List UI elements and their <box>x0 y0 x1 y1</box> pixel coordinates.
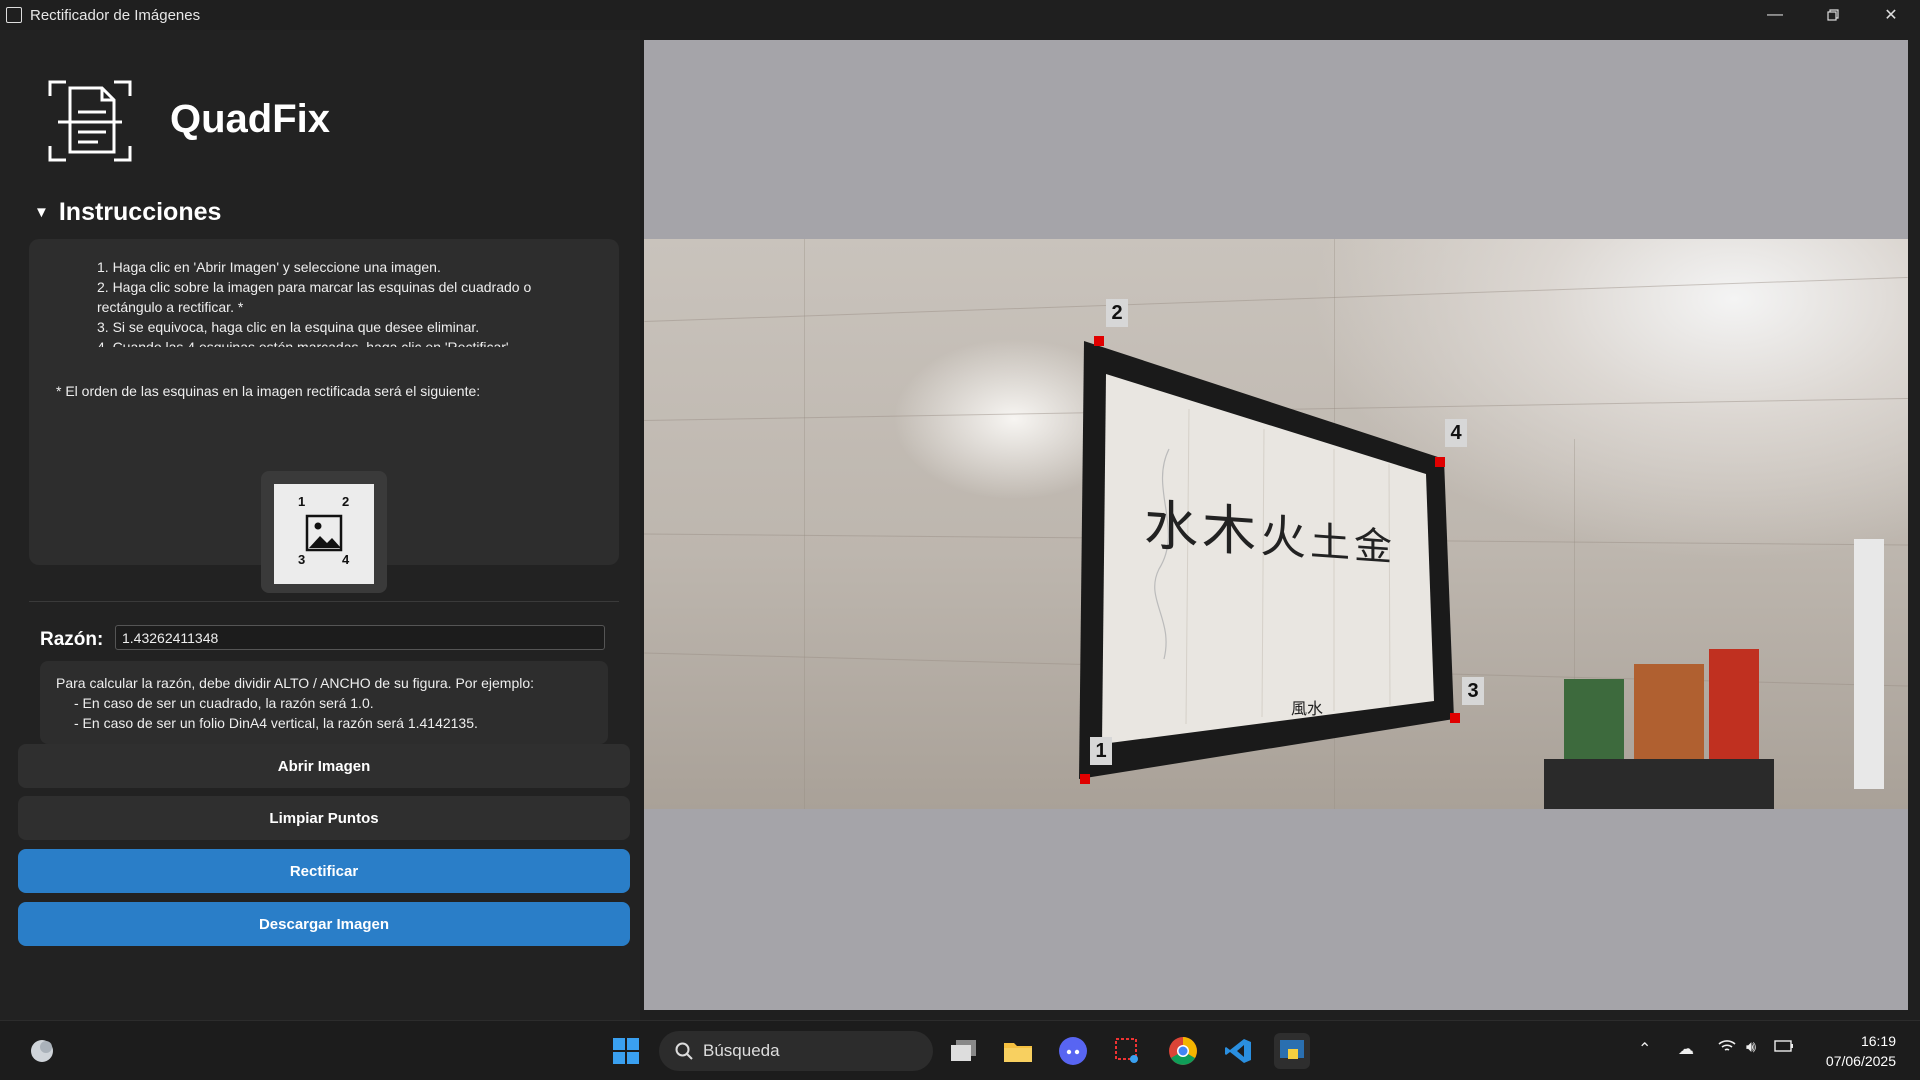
order-label-3: 3 <box>298 552 306 567</box>
snipping-tool-icon[interactable] <box>1110 1033 1146 1069</box>
window-title: Rectificador de Imágenes <box>30 6 201 24</box>
ratio-label: Razón: <box>40 629 104 650</box>
marker-label-3: 3 <box>1462 677 1484 705</box>
instruction-step: 3. Si se equivoca, haga clic en la esqui… <box>97 319 480 335</box>
task-view-icon[interactable] <box>946 1033 982 1069</box>
corner-marker-3[interactable] <box>1450 713 1460 723</box>
corner-order-diagram: 1 2 3 4 <box>261 471 387 593</box>
windows-start-icon[interactable] <box>608 1033 644 1069</box>
vscode-icon[interactable] <box>1220 1033 1256 1069</box>
app-name: QuadFix <box>170 97 331 141</box>
download-image-button[interactable]: Descargar Imagen <box>18 902 630 946</box>
shelf-box <box>1564 679 1624 759</box>
clear-points-button[interactable]: Limpiar Puntos <box>18 796 630 840</box>
corner-order-note: * El orden de las esquinas en la imagen … <box>56 383 481 399</box>
weather-icon[interactable] <box>24 1033 60 1069</box>
shelf <box>1544 759 1774 809</box>
battery-icon[interactable] <box>1774 1039 1794 1057</box>
artwork-char: 水 <box>1144 493 1202 561</box>
chrome-icon[interactable] <box>1165 1033 1201 1069</box>
instruction-step: 2. Haga clic sobre la imagen para marcar… <box>97 279 532 315</box>
taskbar-search[interactable]: Búsqueda <box>659 1031 933 1071</box>
order-label-2: 2 <box>342 494 350 509</box>
search-icon <box>675 1042 693 1060</box>
window-controls: — ✕ <box>1746 0 1920 30</box>
corner-marker-4[interactable] <box>1435 457 1445 467</box>
wifi-icon[interactable] <box>1718 1039 1736 1058</box>
title-bar: Rectificador de Imágenes — ✕ <box>0 0 1920 30</box>
volume-icon[interactable]: 🔊︎ <box>1746 1039 1756 1057</box>
python-icon[interactable] <box>1274 1033 1310 1069</box>
search-placeholder: Búsqueda <box>703 1041 780 1060</box>
artwork-char: 金 <box>1354 522 1397 570</box>
close-icon[interactable]: ✕ <box>1862 0 1920 30</box>
image-icon <box>305 514 343 552</box>
divider <box>29 601 619 602</box>
onedrive-icon[interactable]: ☁ <box>1678 1039 1694 1059</box>
caret-down-icon: ▼ <box>34 204 49 221</box>
loaded-photo[interactable]: 水木火土金 風水 1 2 3 4 <box>644 239 1908 809</box>
taskbar: Búsqueda ⌃ ☁ 🔊︎ 16:19 07/06/2025 <box>0 1020 1920 1080</box>
instruction-step: 4. Cuando las 4 esquinas estén marcadas,… <box>97 339 513 347</box>
wall-item <box>1854 539 1884 789</box>
ratio-help-item: - En caso de ser un cuadrado, la razón s… <box>74 695 374 711</box>
ratio-help-intro: Para calcular la razón, debe dividir ALT… <box>56 675 535 691</box>
instructions-panel: 1. Haga clic en 'Abrir Imagen' y selecci… <box>29 239 619 593</box>
discord-icon[interactable] <box>1055 1033 1091 1069</box>
marker-label-4: 4 <box>1445 419 1467 447</box>
instructions-toggle[interactable]: ▼ Instrucciones <box>34 198 221 227</box>
app-window-icon <box>6 7 22 23</box>
corner-order-image: 1 2 3 4 <box>274 484 374 584</box>
chevron-up-icon[interactable]: ⌃ <box>1638 1039 1651 1059</box>
ratio-input[interactable] <box>115 625 605 650</box>
shelf-box <box>1634 664 1704 759</box>
image-canvas[interactable]: 水木火土金 風水 1 2 3 4 <box>644 40 1908 1010</box>
marker-label-1: 1 <box>1090 737 1112 765</box>
order-label-1: 1 <box>298 494 306 509</box>
rectify-button[interactable]: Rectificar <box>18 849 630 893</box>
marker-label-2: 2 <box>1106 299 1128 327</box>
ratio-help-item: - En caso de ser un folio DinA4 vertical… <box>74 715 478 731</box>
shelf-box <box>1709 649 1759 759</box>
artwork-char: 火 <box>1260 508 1310 566</box>
artwork-char: 土 <box>1310 518 1354 568</box>
corner-marker-1[interactable] <box>1080 774 1090 784</box>
corner-marker-2[interactable] <box>1094 336 1104 346</box>
clock-date: 07/06/2025 <box>1825 1053 1896 1069</box>
restore-icon[interactable] <box>1804 0 1862 30</box>
document-scan-icon <box>48 78 132 164</box>
artwork-char: 木 <box>1202 497 1260 565</box>
control-panel: QuadFix ▼ Instrucciones 1. Haga clic en … <box>0 30 640 1020</box>
minimize-icon[interactable]: — <box>1746 0 1804 30</box>
system-clock[interactable]: 16:19 07/06/2025 <box>1826 1031 1896 1071</box>
instruction-step: 1. Haga clic en 'Abrir Imagen' y selecci… <box>97 259 441 275</box>
clock-time: 16:19 <box>1860 1033 1896 1049</box>
order-label-4: 4 <box>342 552 350 567</box>
instructions-steps[interactable]: 1. Haga clic en 'Abrir Imagen' y selecci… <box>69 257 589 347</box>
file-explorer-icon[interactable] <box>1000 1033 1036 1069</box>
ratio-help: Para calcular la razón, debe dividir ALT… <box>40 661 608 744</box>
artwork-caption: 風水 <box>1291 699 1324 718</box>
open-image-button[interactable]: Abrir Imagen <box>18 744 630 788</box>
instructions-header: Instrucciones <box>58 198 222 226</box>
